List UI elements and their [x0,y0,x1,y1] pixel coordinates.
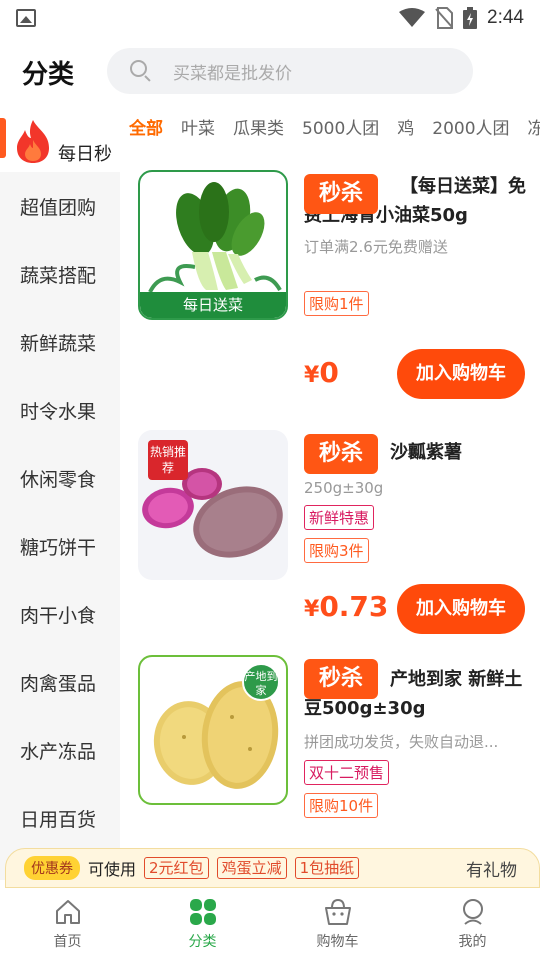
product-info: 秒杀 【每日送菜】免费上海青小油菜50g 订单满2.6元免费赠送 限购1件 [304,172,534,316]
category-sidebar: 每日秒 超值团购 蔬菜搭配 新鲜蔬菜 时令水果 休闲零食 糖巧饼干 肉干小食 肉… [0,106,120,880]
sidebar-item[interactable]: 肉禽蛋品 [0,648,120,716]
tab-melon-fruit[interactable]: 瓜果类 [233,114,284,139]
image-ribbon: 每日送菜 [140,292,286,318]
image-notification-icon [16,9,36,27]
seckill-badge: 秒杀 [304,434,378,474]
tab-frozen[interactable]: 冻 [528,114,540,139]
coupon-badge: 优惠券 [24,856,80,880]
sidebar-item[interactable]: 新鲜蔬菜 [0,308,120,376]
search-icon [129,59,153,83]
add-to-cart-button[interactable]: 加入购物车 [397,584,525,634]
coupon-chip-tissue[interactable]: 1包抽纸 [294,857,360,879]
nav-category[interactable]: 分类 [135,888,270,960]
gift-label[interactable]: 有礼物 [466,856,517,881]
coupon-usable-label: 可使用 [88,860,137,879]
product-image[interactable]: 每日送菜 [138,170,288,320]
wifi-icon [399,8,426,27]
product-price: ¥0 [304,356,339,389]
status-time: 2:44 [487,7,524,28]
battery-icon [463,7,478,29]
header: 分类 买菜都是批发价 [0,44,540,100]
sidebar-item[interactable]: 糖巧饼干 [0,512,120,580]
limit-tag: 限购1件 [304,291,369,316]
product-info: 秒杀 沙瓤紫薯 250g±30g 新鲜特惠 限购3件 [304,432,534,563]
fresh-deal-tag: 新鲜特惠 [304,505,375,530]
product-subtitle: 250g±30g [304,479,384,497]
nav-label: 我的 [458,934,487,950]
status-bar: 2:44 [0,0,540,36]
seckill-badge: 秒杀 [304,659,378,699]
tab-5000-group[interactable]: 5000人团 [302,114,379,139]
sidebar-item[interactable]: 日用百货 [0,784,120,852]
nav-home[interactable]: 首页 [0,888,135,960]
search-input[interactable]: 买菜都是批发价 [107,48,473,94]
limit-tag: 限购3件 [304,538,369,563]
sidebar-item-daily-seckill[interactable]: 每日秒 [0,106,120,172]
tab-chicken[interactable]: 鸡 [397,114,414,139]
limit-tag: 限购10件 [304,793,379,818]
sidebar-item[interactable]: 肉干小食 [0,580,120,648]
sidebar-item[interactable]: 休闲零食 [0,444,120,512]
product-card[interactable]: 每日送菜 秒杀 【每日送菜】免费上海青小油菜50g 订单满2.6元免费赠送 限购… [120,160,540,410]
category-tabs: 全部 叶菜 瓜果类 5000人团 鸡 2000人团 冻 [120,106,540,146]
product-subtitle: 拼团成功发货，失败自动退... [304,733,499,751]
product-card[interactable]: 热销推荐 秒杀 沙瓤紫薯 250g±30g 新鲜特惠 限购3件 ¥0.73 加入… [120,410,540,645]
status-indicators: 2:44 [399,7,524,29]
coupon-chip-egg-discount[interactable]: 鸡蛋立减 [216,857,287,879]
product-info: 秒杀 产地到家 新鲜土豆500g±30g 拼团成功发货，失败自动退... 双十二… [304,657,534,818]
origin-direct-badge: 产地到家 [242,663,280,701]
bottom-nav: 首页 分类 购物车 我的 [0,888,540,960]
sidebar-item[interactable]: 蔬菜搭配 [0,240,120,308]
no-sim-icon [435,7,454,29]
profile-icon [462,899,483,925]
tab-2000-group[interactable]: 2000人团 [432,114,509,139]
coupon-bar[interactable]: 优惠券 可使用 2元红包 鸡蛋立减 1包抽纸 有礼物 [5,848,540,888]
nav-label: 购物车 [316,934,359,950]
page-title: 分类 [22,59,75,90]
tab-leafy[interactable]: 叶菜 [181,114,215,139]
sidebar-item[interactable]: 水产冻品 [0,716,120,784]
product-price: ¥0.73 [304,590,389,623]
seckill-badge: 秒杀 [304,174,378,214]
nav-label: 分类 [188,934,217,950]
sidebar-item-label: 每日秒 [58,144,112,165]
search-placeholder: 买菜都是批发价 [173,63,292,84]
product-subtitle: 订单满2.6元免费赠送 [304,238,448,256]
add-to-cart-button[interactable]: 加入购物车 [397,349,525,399]
product-card[interactable]: 产地到家 秒杀 产地到家 新鲜土豆500g±30g 拼团成功发货，失败自动退..… [120,645,540,860]
sidebar-item[interactable]: 超值团购 [0,172,120,240]
nav-cart[interactable]: 购物车 [270,888,405,960]
home-icon [55,900,80,924]
grid-icon [189,899,216,925]
sidebar-item[interactable]: 时令水果 [0,376,120,444]
nav-label: 首页 [53,934,82,950]
product-image[interactable]: 产地到家 [138,655,288,805]
product-image[interactable]: 热销推荐 [138,430,288,580]
tab-all[interactable]: 全部 [129,114,163,139]
active-marker [0,118,6,158]
flame-icon [17,120,49,163]
presale-tag: 双十二预售 [304,760,390,785]
nav-profile[interactable]: 我的 [405,888,540,960]
coupon-chip-red-packet[interactable]: 2元红包 [144,857,209,879]
shopping-basket-icon [324,898,351,925]
product-list: 每日送菜 秒杀 【每日送菜】免费上海青小油菜50g 订单满2.6元免费赠送 限购… [120,160,540,860]
hot-recommend-badge: 热销推荐 [148,440,188,480]
bok-choy-illustration [148,182,282,293]
